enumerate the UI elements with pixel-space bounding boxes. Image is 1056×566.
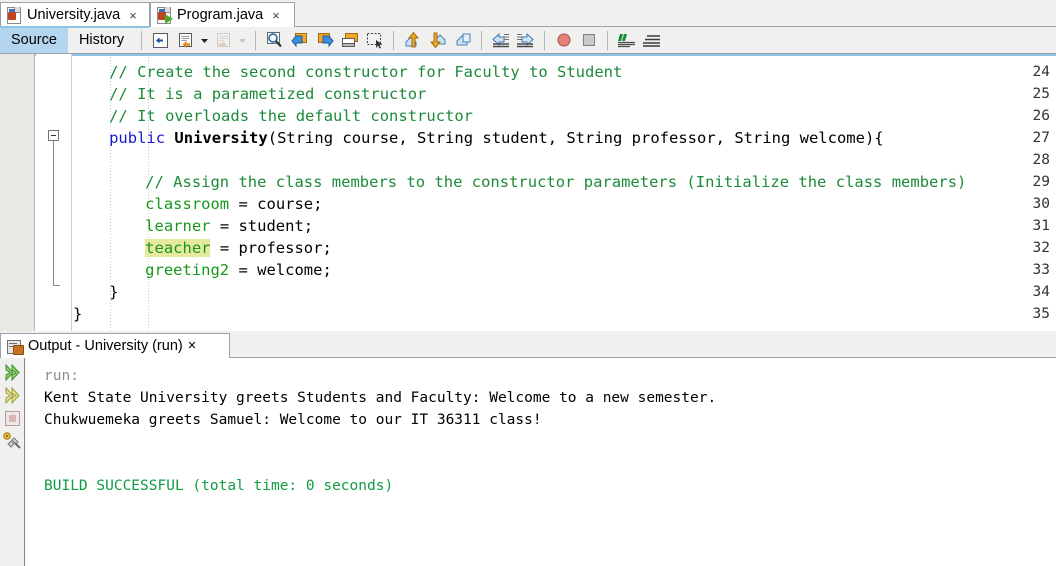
code-token-cmt: // It overloads the default constructor [109,107,474,125]
rerun-icon[interactable] [2,362,23,383]
code-line[interactable]: // Create the second constructor for Fac… [109,61,622,83]
tab-source-label: Source [11,32,57,48]
line-number-gutter [0,54,35,331]
code-editor[interactable]: 23 242526272829303132333435 // Create th… [0,54,1056,331]
forward-history-dropdown-icon [236,28,249,52]
tab-source[interactable]: Source [0,27,68,53]
code-line[interactable]: // It overloads the default constructor [109,105,473,127]
code-line[interactable]: } [73,303,82,325]
back-history-dropdown-icon[interactable] [198,28,211,52]
code-token-pln: = student; [210,217,314,235]
previous-bookmark-icon[interactable] [400,28,425,52]
code-token-pln: = welcome; [229,261,332,279]
code-token-pln: } [73,305,83,323]
java-main-file-icon [157,7,173,24]
code-line[interactable]: learner = student; [145,215,313,237]
editor-toolbar: Source History [0,27,1056,54]
toggle-bookmark-icon[interactable] [450,28,475,52]
code-line[interactable]: // It is a parametized constructor [109,83,426,105]
toolbar-separator [607,30,609,50]
toolbar-separator [544,30,546,50]
code-fold-column[interactable] [36,54,72,331]
shift-left-icon[interactable] [488,28,513,52]
code-token-cmt: // Assign the class members to the const… [145,173,967,191]
editor-tab-university-java[interactable]: University.java × [0,2,150,28]
fold-bracket-foot [53,285,60,286]
find-next-icon[interactable] [312,28,337,52]
toolbar-separator [393,30,395,50]
toolbar-separator [141,30,143,50]
netbeans-ide-window: University.java × Program.java × Source … [0,0,1056,566]
code-token-hl: teacher [145,239,211,257]
code-line[interactable]: classroom = course; [145,193,322,215]
output-line: Kent State University greets Students an… [44,390,717,406]
toggle-rectangular-selection-icon[interactable] [362,28,387,52]
output-line: Chukwuemeka greets Samuel: Welcome to ou… [44,412,542,428]
toggle-highlight-icon[interactable] [337,28,362,52]
editor-tab-close-icon[interactable]: × [272,9,280,22]
editor-tab-close-icon[interactable]: × [129,9,137,22]
tab-history[interactable]: History [68,27,135,53]
next-bookmark-icon[interactable] [425,28,450,52]
code-token-bold: University [174,129,268,147]
forward-history-icon [211,28,236,52]
java-file-icon [7,7,22,24]
code-token-pln: } [109,283,119,301]
output-tab-close-icon[interactable]: × [188,338,196,354]
output-line: BUILD SUCCESSFUL (total time: 0 seconds) [44,478,394,494]
code-token-cmt: // It is a parametized constructor [109,85,427,103]
code-token-pln: (String course, String student, String p… [267,129,884,147]
code-token-fld: classroom [145,195,230,213]
last-edit-icon[interactable] [148,28,173,52]
uncomment-icon[interactable] [639,28,664,52]
comment-icon[interactable] [614,28,639,52]
output-window-icon [7,339,24,355]
code-line[interactable]: public University(String course, String … [109,127,884,149]
find-selection-icon[interactable] [262,28,287,52]
fold-bracket-line [53,141,54,285]
code-line[interactable]: teacher = professor; [145,237,332,259]
output-tab-label: Output - University (run) [28,338,183,354]
back-history-icon[interactable] [173,28,198,52]
output-sidebar [0,358,25,566]
stop-macro-recording-icon[interactable] [576,28,601,52]
start-macro-recording-icon[interactable] [551,28,576,52]
tab-history-label: History [78,32,125,48]
code-line[interactable]: greeting2 = welcome; [145,259,332,281]
shift-right-icon[interactable] [513,28,538,52]
code-token-kw: public [109,129,175,147]
find-previous-icon[interactable] [287,28,312,52]
toolbar-separator [481,30,483,50]
editor-tab-program-java[interactable]: Program.java × [150,2,295,27]
output-tab-university-run[interactable]: Output - University (run) × [0,333,230,358]
configure-icon[interactable] [2,431,23,452]
editor-tab-label: Program.java [177,7,264,23]
output-line: run: [44,368,79,384]
code-token-pln: = course; [229,195,323,213]
code-text[interactable]: // Create the second constructor for Fac… [73,54,1056,331]
code-line[interactable]: } [109,281,118,303]
editor-tab-label: University.java [27,7,121,23]
code-line[interactable]: // Assign the class members to the const… [145,171,966,193]
output-window: Output - University (run) × run: Kent St… [0,331,1056,566]
toolbar-separator [255,30,257,50]
code-token-fld: greeting2 [145,261,230,279]
fold-collapse-marker[interactable] [48,130,59,141]
output-text[interactable]: run: Kent State University greets Student… [26,358,1056,566]
active-tab-underline [1,26,149,28]
code-token-pln: = professor; [210,239,332,257]
output-tab-strip: Output - University (run) × [0,331,1056,358]
code-token-fld: learner [145,217,211,235]
editor-tab-strip: University.java × Program.java × [0,0,1056,28]
code-token-cmt: // Create the second constructor for Fac… [109,63,623,81]
stop-process-icon [2,408,23,429]
rerun-with-different-params-icon[interactable] [2,385,23,406]
